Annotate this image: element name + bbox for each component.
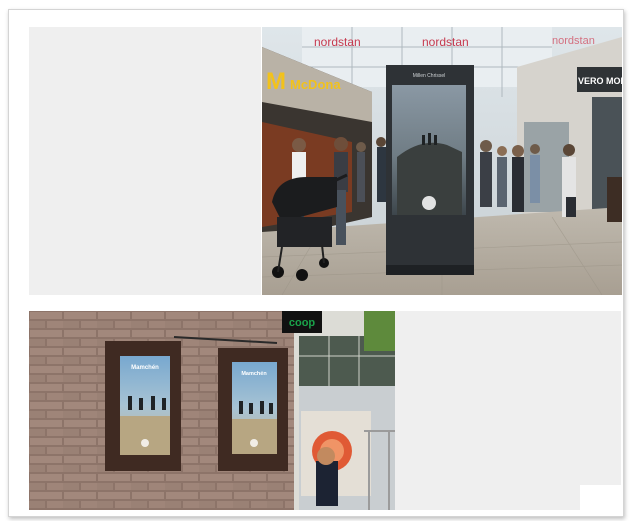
screen-right-title: Mamchén (241, 371, 267, 377)
screen-left-title: Mamchén (131, 365, 159, 371)
mall-scene: M McDona VERO MOD nordstan nordstan nord… (262, 27, 622, 295)
wall-screen-left: Mamchén (105, 341, 181, 471)
street-scene: coop Mamchén Mamchén (29, 311, 395, 510)
coop-sign-text: coop (289, 317, 316, 329)
kiosk-header-text: Millen Chrissel (413, 73, 446, 79)
nordstan-sign-2: nordstan (422, 35, 469, 49)
placeholder-panel-top (29, 27, 261, 295)
nordstan-sign-3: nordstan (552, 35, 595, 47)
mcdonalds-arches-icon: M (266, 68, 286, 95)
veromoda-sign: VERO MOD (578, 76, 622, 86)
corner-blank (580, 485, 621, 510)
wall-screen-right: Mamchén (218, 348, 288, 471)
digital-kiosk: Millen Chrissel (386, 65, 474, 275)
placeholder-panel-right (395, 311, 621, 510)
mcdonalds-sign: McDona (290, 77, 341, 92)
mall-kiosk-photo: M McDona VERO MOD nordstan nordstan nord… (262, 27, 622, 295)
street-screens-photo: coop Mamchén Mamchén (29, 311, 395, 510)
nordstan-sign-1: nordstan (314, 35, 361, 49)
